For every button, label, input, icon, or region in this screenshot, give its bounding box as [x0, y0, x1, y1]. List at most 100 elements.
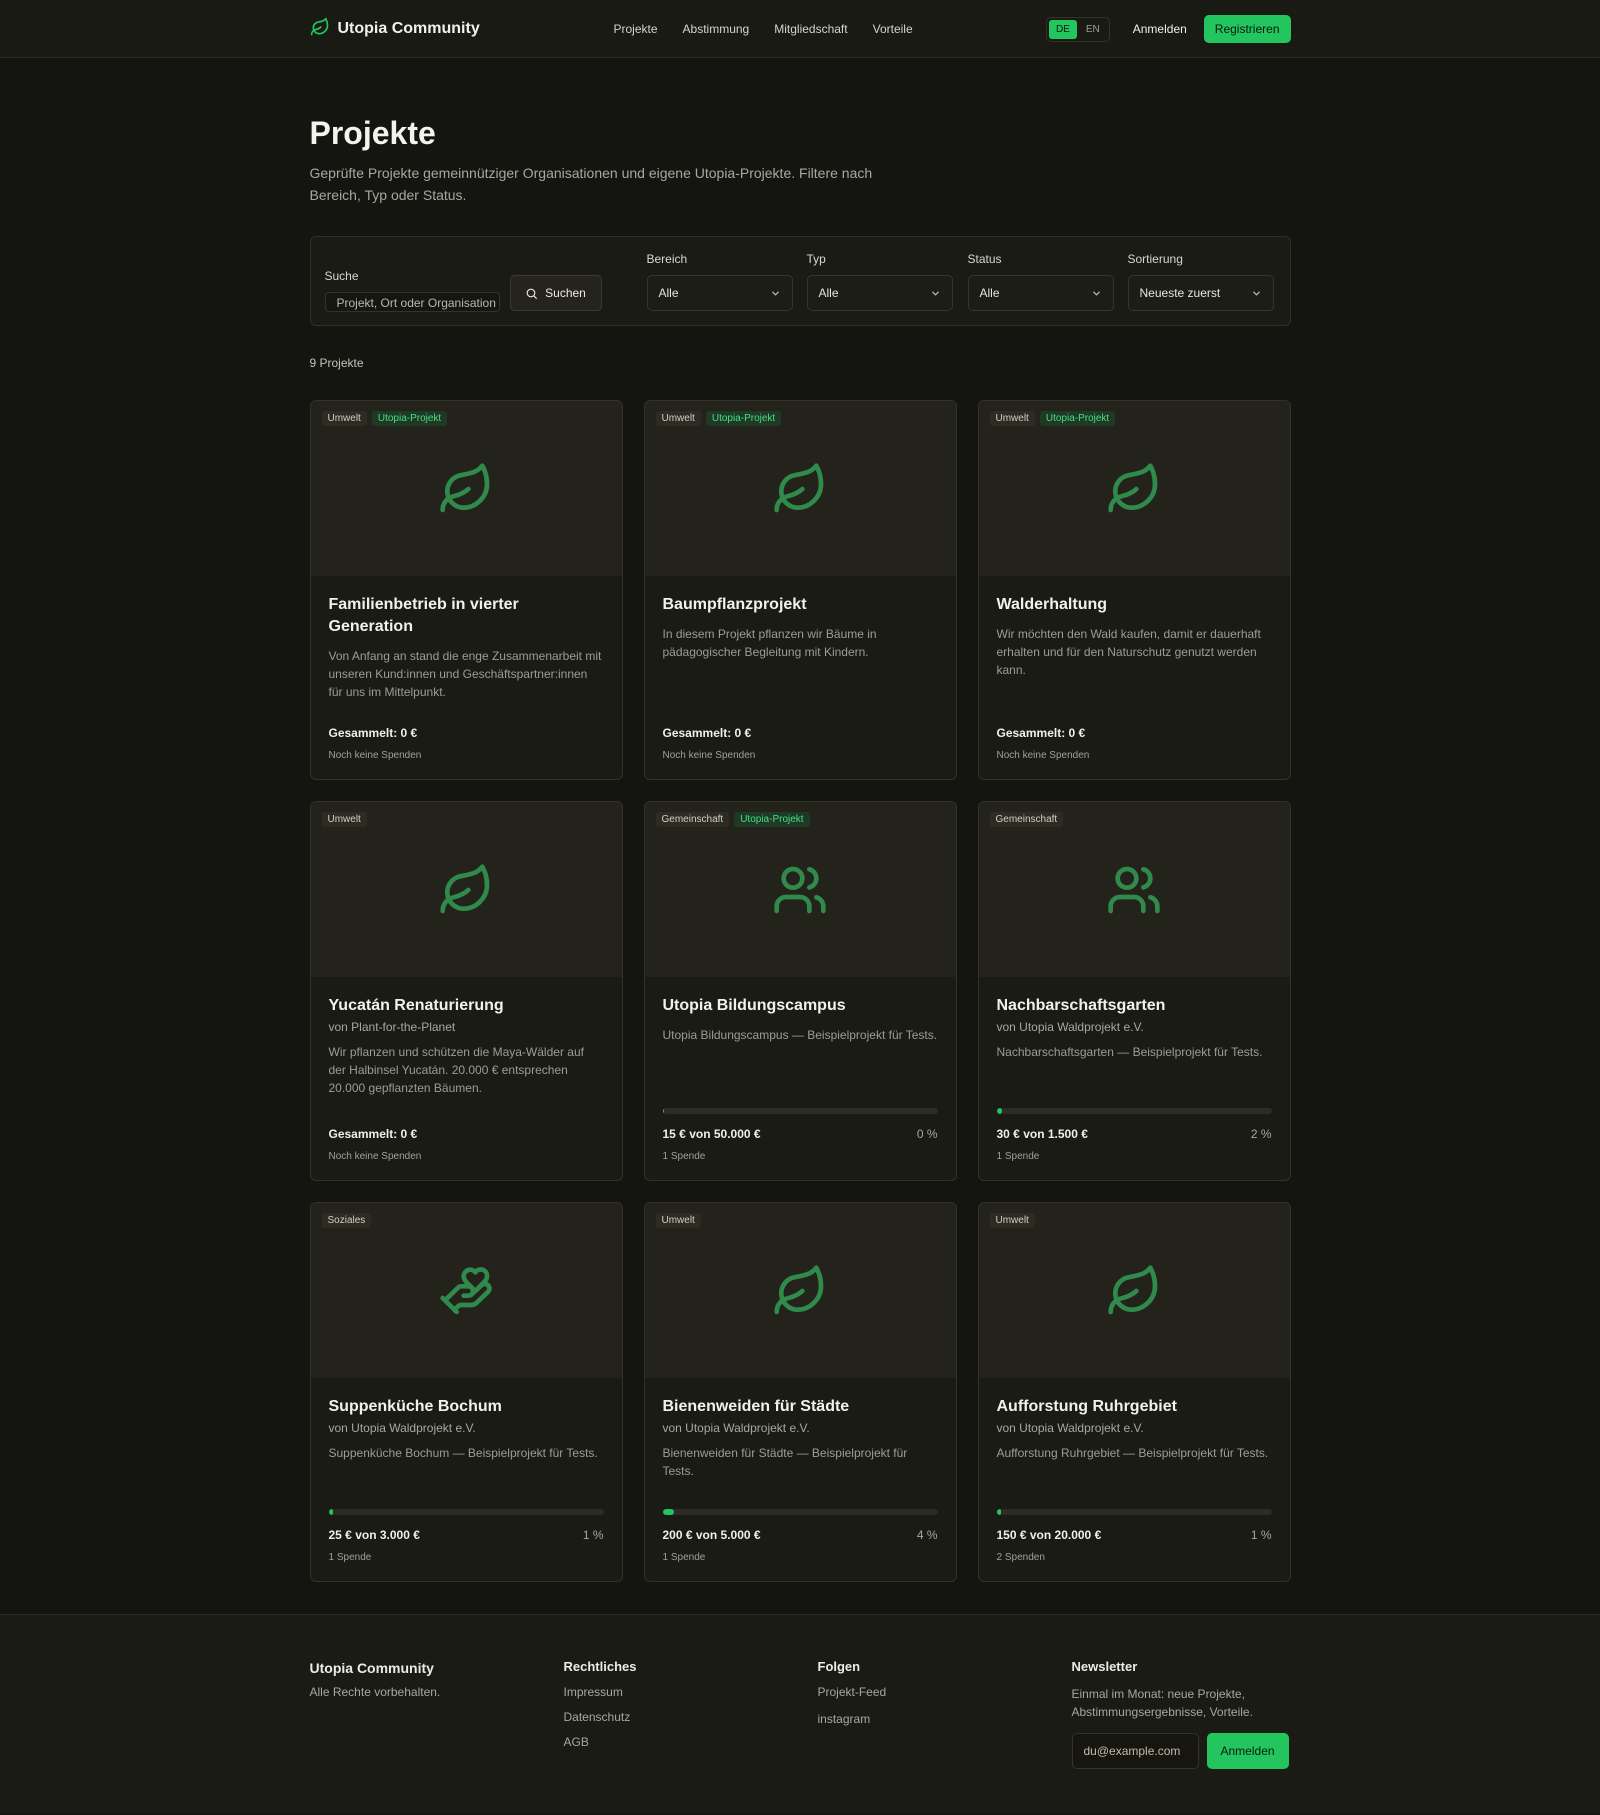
card-title[interactable]: Yucatán Renaturierung	[329, 995, 604, 1017]
card-donations: 2 Spenden	[997, 1552, 1272, 1563]
register-button[interactable]: Registrieren	[1204, 15, 1291, 43]
card-tags: Umwelt Utopia-Projekt	[990, 411, 1116, 426]
footer-link-datenschutz[interactable]: Datenschutz	[564, 1710, 637, 1724]
card-title[interactable]: Suppenküche Bochum	[329, 1396, 604, 1418]
leaf-icon	[1106, 1263, 1162, 1319]
project-card[interactable]: Umwelt Aufforstung Ruhrgebiet von Utopia…	[978, 1202, 1291, 1582]
type-select[interactable]: Alle	[807, 275, 953, 311]
footer-rights: Alle Rechte vorbehalten.	[310, 1685, 441, 1699]
project-card[interactable]: Gemeinschaft Nachbarschaftsgarten von Ut…	[978, 801, 1291, 1181]
language-switch: DE EN	[1046, 17, 1110, 42]
card-tags: Gemeinschaft	[990, 812, 1064, 827]
card-image: UmweltUtopia-Projekt	[645, 401, 956, 576]
card-percent: 0 %	[917, 1127, 938, 1141]
card-title[interactable]: Bienenweiden für Städte	[663, 1396, 938, 1418]
card-description: Wir pflanzen und schützen die Maya-Wälde…	[329, 1043, 604, 1097]
filter-bar: Suche Projekt, Ort oder Organisation Suc…	[310, 236, 1291, 326]
card-tags: Gemeinschaft Utopia-Projekt	[656, 812, 810, 827]
search-button[interactable]: Suchen	[510, 275, 602, 311]
area-select[interactable]: Alle	[647, 275, 793, 311]
main-content: Projekte Geprüfte Projekte gemeinnützige…	[310, 115, 1291, 1582]
leaf-icon	[1106, 461, 1162, 517]
footer-newsletter-text: Einmal im Monat: neue Projekte, Abstimmu…	[1072, 1685, 1291, 1721]
card-amount: 15 € von 50.000 €	[663, 1127, 761, 1141]
progress-bar	[997, 1509, 1272, 1515]
nav-projekte[interactable]: Projekte	[614, 22, 658, 36]
card-tags: Soziales	[322, 1213, 372, 1228]
utopia-badge: Utopia-Projekt	[372, 411, 447, 426]
card-title[interactable]: Baumpflanzprojekt	[663, 594, 938, 616]
utopia-badge: Utopia-Projekt	[706, 411, 781, 426]
chevron-down-icon	[1251, 288, 1262, 299]
project-card[interactable]: Umwelt Yucatán Renaturierung von Plant-f…	[310, 801, 623, 1181]
card-tags: Umwelt	[322, 812, 367, 827]
leaf-icon	[772, 461, 828, 517]
card-title[interactable]: Utopia Bildungscampus	[663, 995, 938, 1017]
search-button-label: Suchen	[545, 286, 586, 300]
category-badge: Soziales	[322, 1213, 372, 1228]
card-image: Umwelt	[979, 1203, 1290, 1378]
progress-bar	[329, 1509, 604, 1515]
search-input[interactable]: Projekt, Ort oder Organisation	[325, 292, 500, 312]
leaf-icon	[438, 461, 494, 517]
area-value: Alle	[659, 286, 679, 300]
card-donations: Noch keine Spenden	[997, 750, 1272, 761]
card-title[interactable]: Aufforstung Ruhrgebiet	[997, 1396, 1272, 1418]
category-badge: Umwelt	[990, 411, 1035, 426]
status-select[interactable]: Alle	[968, 275, 1114, 311]
newsletter-email-input[interactable]: du@example.com	[1072, 1733, 1199, 1769]
footer-brand: Utopia Community	[310, 1660, 441, 1676]
status-value: Alle	[980, 286, 1000, 300]
project-grid: Umwelt Utopia-Projekt Familienbetrieb in …	[310, 400, 1291, 1582]
card-organization: von Utopia Waldprojekt e.V.	[663, 1421, 938, 1435]
footer-link-instagram[interactable]: instagram	[818, 1712, 887, 1726]
card-title[interactable]: Walderhaltung	[997, 594, 1272, 616]
progress-bar	[663, 1509, 938, 1515]
utopia-badge: Utopia-Projekt	[1040, 411, 1115, 426]
result-count: 9 Projekte	[310, 356, 1291, 370]
site-header: Utopia Community Projekte Abstimmung Mit…	[0, 0, 1600, 58]
project-card[interactable]: Gemeinschaft Utopia-Projekt Utopia Bildun…	[644, 801, 957, 1181]
chevron-down-icon	[770, 288, 781, 299]
category-badge: Gemeinschaft	[656, 812, 730, 827]
leaf-icon	[310, 17, 330, 42]
card-title[interactable]: Familienbetrieb in vierter Generation	[329, 594, 604, 638]
card-amount: 30 € von 1.500 €	[997, 1127, 1088, 1141]
footer-newsletter-heading: Newsletter	[1072, 1659, 1291, 1674]
card-amount: 150 € von 20.000 €	[997, 1528, 1102, 1542]
nav-mitgliedschaft[interactable]: Mitgliedschaft	[774, 22, 847, 36]
card-donations: 1 Spende	[663, 1552, 938, 1563]
footer-link-agb[interactable]: AGB	[564, 1735, 637, 1749]
utopia-badge: Utopia-Projekt	[734, 812, 809, 827]
lang-en[interactable]: EN	[1079, 20, 1107, 39]
card-title[interactable]: Nachbarschaftsgarten	[997, 995, 1272, 1017]
card-organization: von Utopia Waldprojekt e.V.	[329, 1421, 604, 1435]
lang-de[interactable]: DE	[1049, 20, 1077, 39]
footer-link-impressum[interactable]: Impressum	[564, 1685, 637, 1699]
progress-fill	[663, 1509, 674, 1515]
sort-select[interactable]: Neueste zuerst	[1128, 275, 1274, 311]
footer-legal-heading: Rechtliches	[564, 1659, 637, 1674]
project-card[interactable]: UmweltUtopia-Projekt Baumpflanzprojekt I…	[644, 400, 957, 780]
card-description: Aufforstung Ruhrgebiet — Beispielprojekt…	[997, 1444, 1272, 1462]
category-badge: Gemeinschaft	[990, 812, 1064, 827]
brand-logo[interactable]: Utopia Community	[310, 17, 480, 42]
card-image: Soziales	[311, 1203, 622, 1378]
card-description: Utopia Bildungscampus — Beispielprojekt …	[663, 1026, 938, 1044]
login-link[interactable]: Anmelden	[1133, 22, 1187, 36]
newsletter-subscribe-button[interactable]: Anmelden	[1207, 1733, 1289, 1769]
card-percent: 1 %	[1251, 1528, 1272, 1542]
progress-fill	[329, 1509, 333, 1515]
nav-abstimmung[interactable]: Abstimmung	[683, 22, 750, 36]
footer-link-feed[interactable]: Projekt-Feed	[818, 1685, 887, 1699]
project-card[interactable]: Soziales Suppenküche Bochum von Utopia W…	[310, 1202, 623, 1582]
project-card[interactable]: UmweltUtopia-Projekt Walderhaltung Wir m…	[978, 400, 1291, 780]
brand-name: Utopia Community	[338, 20, 480, 38]
users-icon	[772, 862, 828, 918]
nav-vorteile[interactable]: Vorteile	[873, 22, 913, 36]
project-card[interactable]: UmweltUtopia-Projekt Familienbetrieb in …	[310, 400, 623, 780]
card-image: Umwelt	[645, 1203, 956, 1378]
card-image: Umwelt Utopia-Projekt	[979, 401, 1290, 576]
progress-bar	[997, 1108, 1272, 1114]
project-card[interactable]: Umwelt Bienenweiden für Städte von Utopi…	[644, 1202, 957, 1582]
